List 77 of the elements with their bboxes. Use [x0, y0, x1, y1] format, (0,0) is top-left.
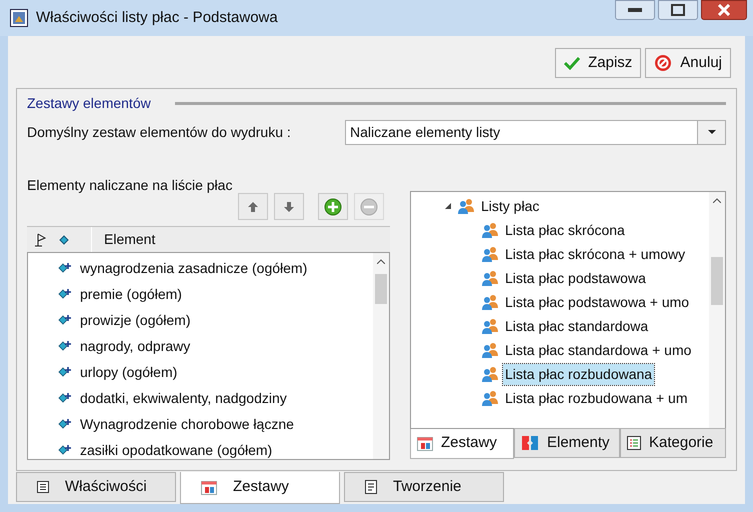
field-label: Domyślny zestaw elementów do wydruku : — [27, 122, 292, 142]
element-name[interactable]: nagrody, odprawy — [80, 336, 190, 356]
people-icon — [481, 318, 499, 334]
section-title: Zestawy elementów — [27, 94, 151, 113]
people-icon — [481, 222, 499, 238]
diamond-plus-icon — [58, 366, 72, 378]
remove-icon — [360, 198, 378, 216]
element-name[interactable]: wynagrodzenia zasadnicze (ogółem) — [80, 258, 308, 278]
up-button[interactable] — [238, 193, 268, 220]
add-button[interactable] — [318, 193, 348, 220]
close-icon — [717, 4, 731, 16]
list-title: Elementy naliczane na liście płac — [27, 176, 234, 193]
diamond-plus-icon — [58, 262, 72, 274]
element-name[interactable]: prowizje (ogółem) — [80, 310, 190, 330]
flag-icon — [35, 232, 47, 246]
maximize-icon — [671, 4, 685, 16]
document-icon — [365, 480, 377, 494]
minimize-button[interactable] — [615, 0, 655, 20]
scroll-up-icon — [713, 198, 721, 203]
tree-item[interactable]: Lista płac podstawowa + umo — [503, 292, 692, 312]
people-icon — [481, 342, 499, 358]
diamond-plus-icon — [58, 288, 72, 300]
caret-down-icon — [708, 130, 716, 134]
close-button[interactable] — [701, 0, 747, 20]
diamond-plus-icon — [58, 444, 72, 456]
sets-icon — [417, 436, 433, 450]
minimize-icon — [628, 8, 642, 12]
diamond-icon — [59, 234, 69, 244]
diamond-plus-icon — [58, 340, 72, 352]
save-button[interactable]: Zapisz — [555, 48, 642, 78]
people-icon — [457, 198, 475, 214]
people-icon — [481, 366, 499, 382]
down-button[interactable] — [274, 193, 304, 220]
tree-item[interactable]: Lista płac rozbudowana — [503, 364, 654, 384]
panel-tab[interactable]: Kategorie — [620, 428, 726, 458]
add-icon — [324, 198, 342, 216]
arrow-down-icon — [283, 200, 295, 212]
page-tab[interactable]: Właściwości — [16, 472, 176, 502]
scroll-thumb[interactable] — [375, 274, 387, 304]
element-name[interactable]: premie (ogółem) — [80, 284, 182, 304]
page-tab[interactable]: Zestawy — [180, 472, 340, 504]
check-icon — [564, 56, 580, 70]
elements-icon — [521, 434, 539, 452]
categories-icon — [627, 436, 641, 450]
cancel-icon — [654, 54, 672, 72]
tree-item[interactable]: Lista płac podstawowa — [503, 268, 648, 288]
diamond-plus-icon — [58, 392, 72, 404]
scroll-up-icon — [377, 259, 385, 264]
tree-item[interactable]: Lista płac standardowa + umo — [503, 340, 694, 360]
sets-icon — [201, 480, 217, 494]
tree-item[interactable]: Lista płac skrócona + umowy — [503, 244, 688, 264]
tree-item[interactable]: Lista płac standardowa — [503, 316, 650, 336]
page-tab[interactable]: Tworzenie — [344, 472, 504, 502]
tree-item[interactable]: Listy płac — [481, 196, 540, 216]
panel-tab[interactable]: Elementy — [514, 428, 620, 458]
cancel-button[interactable]: Anuluj — [645, 48, 731, 78]
element-name[interactable]: Wynagrodzenie chorobowe łączne — [80, 414, 294, 434]
expanded-icon[interactable] — [445, 203, 451, 209]
people-icon — [481, 390, 499, 406]
app-icon — [10, 9, 28, 27]
tree-item[interactable]: Lista płac skrócona — [503, 220, 627, 240]
diamond-plus-icon — [58, 418, 72, 430]
arrow-up-icon — [247, 200, 259, 212]
element-name[interactable]: urlopy (ogółem) — [80, 362, 178, 382]
window-title: Właściwości listy płac - Podstawowa — [36, 8, 278, 28]
scroll-thumb[interactable] — [711, 257, 723, 305]
tree-item[interactable]: Lista płac rozbudowana + um — [503, 388, 690, 408]
people-icon — [481, 246, 499, 262]
set-dropdown[interactable]: Naliczane elementy listy — [345, 120, 726, 144]
diamond-plus-icon — [58, 314, 72, 326]
maximize-button[interactable] — [658, 0, 698, 20]
element-name[interactable]: zasiłki opodatkowane (ogółem) — [80, 440, 272, 460]
panel-tab[interactable]: Zestawy — [410, 429, 514, 459]
list-icon — [37, 481, 49, 493]
people-icon — [481, 270, 499, 286]
people-icon — [481, 294, 499, 310]
element-name[interactable]: dodatki, ekwiwalenty, nadgodziny — [80, 388, 287, 408]
